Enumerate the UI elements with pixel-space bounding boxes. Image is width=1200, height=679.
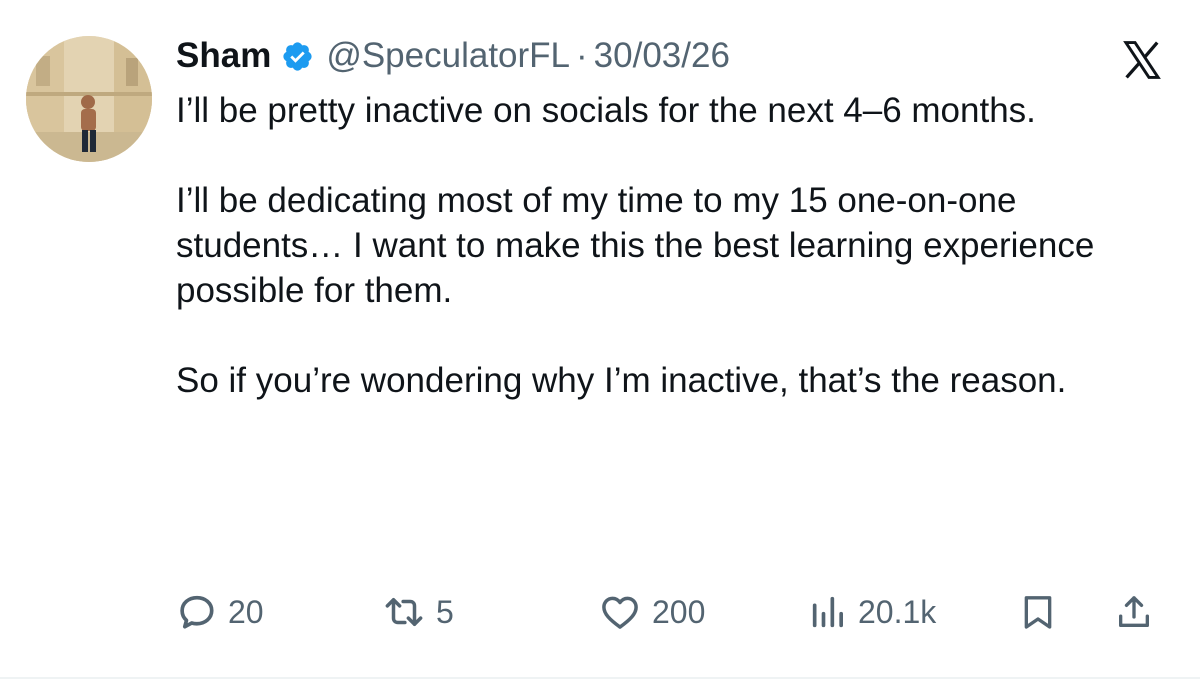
views-count: 20.1k xyxy=(858,593,937,630)
x-logo-icon xyxy=(1114,38,1170,82)
like-count: 200 xyxy=(652,593,706,630)
tweet-paragraph: I’ll be pretty inactive on socials for t… xyxy=(176,91,1036,130)
bookmark-icon xyxy=(1024,596,1052,629)
views-icon xyxy=(812,596,843,628)
tweet-body: I’ll be pretty inactive on socials for t… xyxy=(176,88,1176,448)
verified-badge-icon xyxy=(281,40,314,73)
avatar[interactable] xyxy=(26,36,152,162)
reply-count: 20 xyxy=(228,593,264,630)
reply-icon xyxy=(180,595,214,629)
bookmark-button[interactable] xyxy=(1018,588,1058,636)
header-separator: · xyxy=(576,36,588,75)
tweet-header: Sham @SpeculatorFL · 30/03/26 xyxy=(176,34,730,78)
tweet-paragraph: So if you’re wondering why I’m inactive,… xyxy=(176,361,1067,400)
author-name[interactable]: Sham xyxy=(176,36,271,76)
reply-button[interactable]: 20 xyxy=(176,588,264,636)
tweet-paragraph: I’ll be dedicating most of my time to my… xyxy=(176,181,1095,310)
tweet-actions: 20 5 200 20.1k xyxy=(176,588,1176,636)
like-button[interactable]: 200 xyxy=(598,588,705,636)
share-button[interactable] xyxy=(1114,588,1154,636)
repost-icon xyxy=(385,598,423,626)
tweet-date[interactable]: 30/03/26 xyxy=(594,36,730,76)
author-handle[interactable]: @SpeculatorFL xyxy=(326,36,570,76)
repost-button[interactable]: 5 xyxy=(382,588,454,636)
views-button[interactable]: 20.1k xyxy=(808,588,936,636)
repost-count: 5 xyxy=(436,593,454,630)
share-icon xyxy=(1119,596,1149,627)
heart-icon xyxy=(602,596,638,629)
